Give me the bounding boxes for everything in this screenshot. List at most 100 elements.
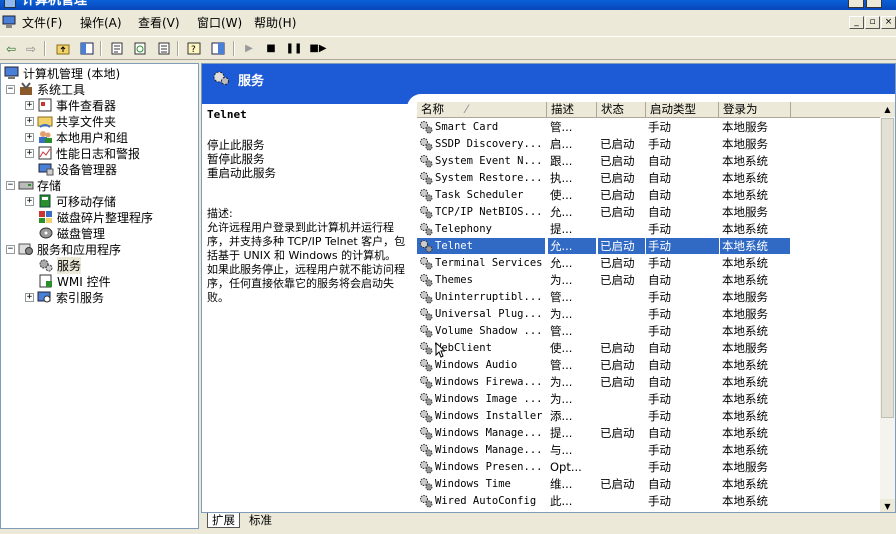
expand-icon[interactable]: + — [25, 196, 34, 206]
service-row[interactable]: Wired AutoConfig 此... 手动 本地系统 — [417, 493, 883, 510]
tree-services-apps[interactable]: − 服务和应用程序 — [6, 241, 121, 257]
maximize-button[interactable] — [866, 0, 882, 8]
tree-perf-logs[interactable]: + 性能日志和警报 — [25, 145, 140, 161]
tree-device-manager[interactable]: 设备管理器 — [38, 161, 117, 177]
menu-file[interactable]: 文件(F) — [22, 16, 62, 30]
tree-system-tools[interactable]: − 系统工具 — [6, 81, 85, 97]
service-row[interactable]: Telephony 提... 手动 本地系统 — [417, 221, 883, 238]
service-row[interactable]: Themes 为... 已启动 自动 本地系统 — [417, 272, 883, 289]
stop-service-icon[interactable]: ■ — [262, 40, 280, 57]
column-header-status[interactable]: 状态 — [597, 102, 646, 118]
show-hide-tree-icon[interactable] — [78, 40, 96, 57]
pause-service-icon[interactable]: ❚❚ — [285, 40, 303, 57]
column-header-logon[interactable]: 登录为 — [719, 102, 791, 118]
menu-window[interactable]: 窗口(W) — [197, 16, 242, 30]
console-view-icon[interactable] — [209, 40, 227, 57]
service-row[interactable]: Windows Installer 添... 手动 本地系统 — [417, 408, 883, 425]
refresh-icon[interactable] — [131, 40, 149, 57]
stop-service-link[interactable]: 停止 — [207, 138, 230, 152]
pause-service-link[interactable]: 暂停 — [207, 152, 230, 166]
vertical-scrollbar[interactable]: ▲ ▼ — [880, 102, 895, 512]
tree-event-viewer[interactable]: + 事件查看器 — [25, 97, 116, 113]
up-folder-icon[interactable] — [54, 40, 72, 57]
menu-view[interactable]: 查看(V) — [138, 16, 180, 30]
tree-storage[interactable]: − 存储 — [6, 177, 61, 193]
service-row[interactable]: Windows Audio 管... 已启动 自动 本地系统 — [417, 357, 883, 374]
expand-icon[interactable]: + — [25, 100, 34, 110]
tab-extended[interactable]: 扩展 — [207, 513, 240, 528]
service-name-cell: Windows Audio — [417, 357, 545, 373]
services-list[interactable]: 名称 ⁄ 描述 状态 启动类型 登录为 Smart Card 管... 手动 本地服务… — [417, 102, 895, 512]
service-row[interactable]: Terminal Services 允... 已启动 手动 本地系统 — [417, 255, 883, 272]
service-row[interactable]: TCP/IP NetBIOS... 允... 已启动 自动 本地服务 — [417, 204, 883, 221]
column-header-startup[interactable]: 启动类型 — [646, 102, 719, 118]
service-gear-icon — [420, 478, 433, 491]
service-row[interactable]: Windows Presen... Opt... 手动 本地服务 — [417, 459, 883, 476]
column-header-desc[interactable]: 描述 — [547, 102, 597, 118]
service-name: Wired AutoConfig — [435, 495, 537, 507]
tree-shared-folders[interactable]: + 共享文件夹 — [25, 113, 116, 129]
tab-standard[interactable]: 标准 — [245, 513, 276, 528]
service-logon-cell: 本地服务 — [722, 460, 768, 474]
export-list-icon[interactable] — [155, 40, 173, 57]
collapse-icon[interactable]: − — [6, 244, 15, 254]
service-row[interactable]: Universal Plug... 为... 手动 本地服务 — [417, 306, 883, 323]
properties-icon[interactable] — [108, 40, 126, 57]
service-description-cell: 维... — [550, 477, 573, 491]
mdi-restore-button[interactable]: ▫ — [865, 16, 880, 29]
service-row[interactable]: Task Scheduler 使... 已启动 自动 本地系统 — [417, 187, 883, 204]
service-startup-cell: 自动 — [648, 273, 671, 287]
scroll-up-icon[interactable]: ▲ — [880, 102, 895, 117]
restart-service-icon[interactable]: ■▶ — [309, 40, 327, 57]
service-row[interactable]: Smart Card 管... 手动 本地服务 — [417, 119, 883, 136]
restart-service-link[interactable]: 重启动 — [207, 166, 242, 180]
expand-icon[interactable]: + — [25, 292, 34, 302]
service-row[interactable]: WebClient 使... 已启动 自动 本地服务 — [417, 340, 883, 357]
tree-removable-storage[interactable]: + 可移动存储 — [25, 193, 116, 209]
service-status-cell: 已启动 — [600, 205, 635, 219]
menu-action[interactable]: 操作(A) — [80, 16, 122, 30]
service-row[interactable]: Uninterruptibl... 管... 手动 本地服务 — [417, 289, 883, 306]
scroll-down-icon[interactable]: ▼ — [880, 499, 895, 512]
tree-disk-management[interactable]: 磁盘管理 — [38, 225, 105, 241]
tree-wmi[interactable]: WMI 控件 — [38, 273, 111, 289]
service-row[interactable]: System Restore... 执... 已启动 自动 本地系统 — [417, 170, 883, 187]
tree-root[interactable]: 计算机管理 (本地) — [4, 65, 120, 81]
service-row[interactable]: Telnet 允... 已启动 手动 本地系统 — [417, 238, 883, 255]
collapse-icon[interactable]: − — [6, 180, 15, 190]
expand-icon[interactable]: + — [25, 132, 34, 142]
service-actions: 停止此服务 暂停此服务 重启动此服务 — [207, 138, 276, 180]
service-logon-cell: 本地系统 — [722, 494, 768, 508]
collapse-icon[interactable]: − — [6, 84, 15, 94]
tree-defrag[interactable]: 磁盘碎片整理程序 — [38, 209, 153, 225]
minimize-button[interactable] — [848, 0, 864, 8]
service-row[interactable]: Windows Image ... 为... 手动 本地系统 — [417, 391, 883, 408]
app-menu-icon[interactable] — [2, 15, 17, 29]
service-logon-cell: 本地系统 — [722, 171, 768, 185]
help-icon[interactable]: ? — [185, 40, 203, 57]
expand-icon[interactable]: + — [25, 116, 34, 126]
back-icon[interactable]: ⇦ — [2, 40, 20, 57]
service-row[interactable]: SSDP Discovery... 启... 已启动 手动 本地服务 — [417, 136, 883, 153]
mdi-close-button[interactable]: × — [881, 16, 896, 29]
tree-local-users[interactable]: + 本地用户和组 — [25, 129, 128, 145]
service-name-cell: Windows Firewa... — [417, 374, 545, 390]
tree-indexing[interactable]: + 索引服务 — [25, 289, 104, 305]
service-description-cell: 管... — [550, 324, 573, 338]
tree-services[interactable]: 服务 — [38, 256, 82, 274]
mdi-minimize-button[interactable]: _ — [849, 16, 864, 29]
service-row[interactable]: Windows Time 维... 已启动 自动 本地系统 — [417, 476, 883, 493]
menu-help[interactable]: 帮助(H) — [254, 16, 296, 30]
expand-icon[interactable]: + — [25, 148, 34, 158]
service-logon-cell: 本地系统 — [722, 273, 768, 287]
forward-icon[interactable]: ⇨ — [22, 40, 40, 57]
service-row[interactable]: Volume Shadow ... 管... 手动 本地系统 — [417, 323, 883, 340]
service-row[interactable]: Windows Manage... 与... 手动 本地系统 — [417, 442, 883, 459]
scroll-thumb[interactable] — [881, 118, 894, 418]
service-row[interactable]: Windows Firewa... 为... 已启动 自动 本地系统 — [417, 374, 883, 391]
start-service-icon[interactable]: ▶ — [240, 40, 258, 57]
service-row[interactable]: Windows Manage... 提... 已启动 自动 本地系统 — [417, 425, 883, 442]
service-row[interactable]: System Event N... 跟... 已启动 自动 本地系统 — [417, 153, 883, 170]
column-header-name[interactable]: 名称 ⁄ — [417, 102, 547, 118]
service-description-cell: 为... — [550, 307, 573, 321]
